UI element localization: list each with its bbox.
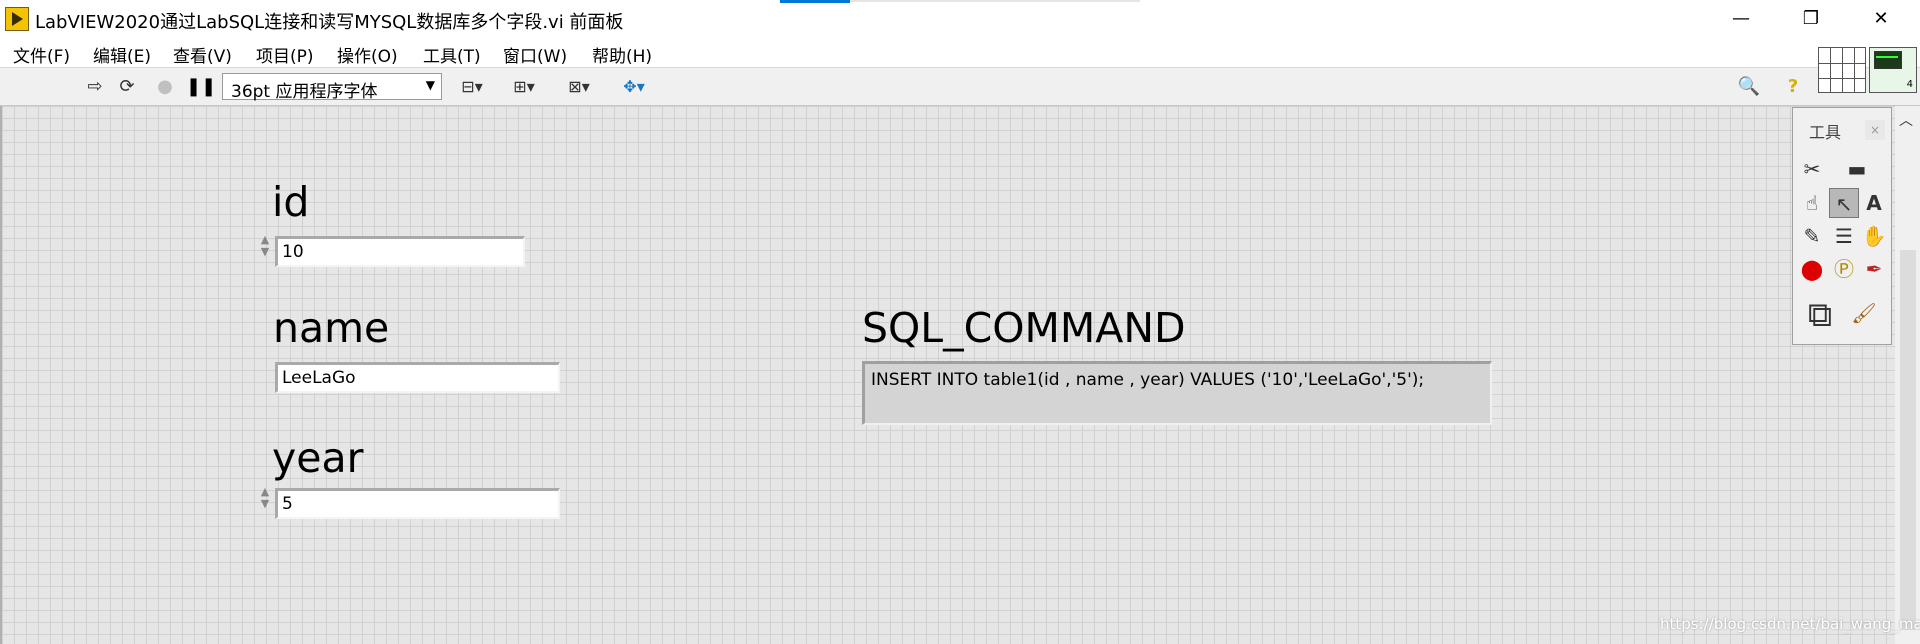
shortcut-menu-tool-icon[interactable]: ☰: [1829, 221, 1859, 251]
auto-tool-icon[interactable]: ✂: [1797, 154, 1827, 184]
paint-brush-icon[interactable]: 🖌: [1849, 298, 1879, 328]
menu-project[interactable]: 项目(P): [256, 42, 314, 67]
align-icon[interactable]: ⊟▾: [454, 76, 490, 98]
position-select-tool-icon[interactable]: ↖: [1829, 188, 1859, 218]
year-numeric-control[interactable]: 5: [275, 488, 560, 519]
menu-view[interactable]: 查看(V): [173, 42, 232, 67]
toolbar: ⇨ ⟳ ● ❚❚ 36pt 应用程序字体 ▼ ⊟▾ ⊞▾ ⊠▾ ✥▾ 🔍 ?: [0, 68, 1920, 106]
tab-indicator-inactive: [850, 0, 1140, 2]
year-value: 5: [282, 494, 293, 514]
name-string-control[interactable]: LeeLaGo: [275, 362, 560, 393]
run-continuously-icon[interactable]: ⟳: [114, 76, 140, 98]
abort-icon[interactable]: ●: [153, 76, 177, 98]
id-increment-decrement[interactable]: ▲ ▼: [258, 234, 272, 272]
run-arrow-icon[interactable]: ⇨: [84, 76, 106, 98]
tools-palette-title: 工具: [1809, 123, 1842, 142]
vi-icon-number: 4: [1906, 79, 1913, 90]
auto-tool-toggle-icon[interactable]: ▬: [1829, 154, 1885, 184]
title-bar: LabVIEW2020通过LabSQL连接和读写MYSQL数据库多个字段.vi …: [0, 0, 1920, 38]
menu-window[interactable]: 窗口(W): [503, 42, 567, 67]
year-label: year: [272, 434, 364, 482]
menu-tools[interactable]: 工具(T): [423, 42, 481, 67]
vi-icon[interactable]: 4: [1869, 47, 1917, 93]
sql-command-value: INSERT INTO table1(id , name , year) VAL…: [871, 370, 1425, 390]
tools-palette-close-button[interactable]: ×: [1865, 120, 1885, 140]
sql-command-indicator[interactable]: INSERT INTO table1(id , name , year) VAL…: [862, 361, 1492, 425]
watermark: https://blog.csdn.net/bai_wang_mao: [1660, 615, 1920, 633]
menu-file[interactable]: 文件(F): [13, 42, 70, 67]
font-select[interactable]: 36pt 应用程序字体 ▼: [222, 73, 442, 102]
search-icon[interactable]: 🔍: [1734, 76, 1764, 98]
pause-icon[interactable]: ❚❚: [186, 76, 216, 98]
minimize-button[interactable]: —: [1706, 0, 1776, 38]
set-color-tool-icon[interactable]: ⧉: [1797, 292, 1843, 338]
chevron-down-icon: ▼: [425, 78, 435, 92]
distribute-icon[interactable]: ⊞▾: [506, 76, 542, 98]
get-color-tool-icon[interactable]: ✒: [1859, 254, 1889, 284]
id-value: 10: [282, 242, 304, 262]
name-value: LeeLaGo: [282, 368, 356, 388]
vi-icon-wave: [1876, 56, 1898, 62]
menu-help[interactable]: 帮助(H): [592, 42, 652, 67]
connect-wire-tool-icon[interactable]: ✎: [1797, 221, 1827, 251]
scroll-window-tool-icon[interactable]: ✋: [1859, 221, 1889, 251]
sql-command-label: SQL_COMMAND: [862, 304, 1186, 352]
menu-bar: 文件(F) 编辑(E) 查看(V) 项目(P) 操作(O) 工具(T) 窗口(W…: [0, 38, 1920, 68]
reorder-icon[interactable]: ✥▾: [614, 76, 654, 98]
labview-app-icon[interactable]: [5, 7, 29, 31]
probe-tool-icon[interactable]: Ⓟ: [1829, 254, 1859, 284]
font-select-value: 36pt 应用程序字体: [231, 82, 378, 102]
help-icon[interactable]: ?: [1782, 76, 1804, 98]
name-label: name: [273, 304, 390, 352]
scrollbar-thumb[interactable]: [1900, 250, 1916, 630]
maximize-button[interactable]: ❐: [1776, 0, 1846, 38]
id-label: id: [272, 178, 310, 226]
scroll-up-icon[interactable]: ︿: [1899, 110, 1913, 130]
tab-indicator: [780, 0, 850, 3]
menu-operate[interactable]: 操作(O): [337, 42, 398, 67]
operate-value-tool-icon[interactable]: ☝: [1797, 188, 1827, 218]
id-numeric-control[interactable]: 10: [275, 236, 525, 267]
year-increment-decrement[interactable]: ▲ ▼: [258, 486, 272, 524]
window-title: LabVIEW2020通过LabSQL连接和读写MYSQL数据库多个字段.vi …: [35, 12, 624, 33]
menu-edit[interactable]: 编辑(E): [93, 42, 151, 67]
breakpoint-tool-icon[interactable]: ⬤: [1797, 254, 1827, 284]
tools-palette[interactable]: 工具 × ✂ ▬ ☝ ↖ A ✎ ☰ ✋ ⬤ Ⓟ ✒ ⧉ 🖌: [1792, 107, 1892, 345]
resize-icon[interactable]: ⊠▾: [560, 76, 598, 98]
close-button[interactable]: ✕: [1846, 0, 1916, 38]
edit-text-tool-icon[interactable]: A: [1859, 188, 1889, 218]
connector-pane[interactable]: [1818, 47, 1866, 93]
